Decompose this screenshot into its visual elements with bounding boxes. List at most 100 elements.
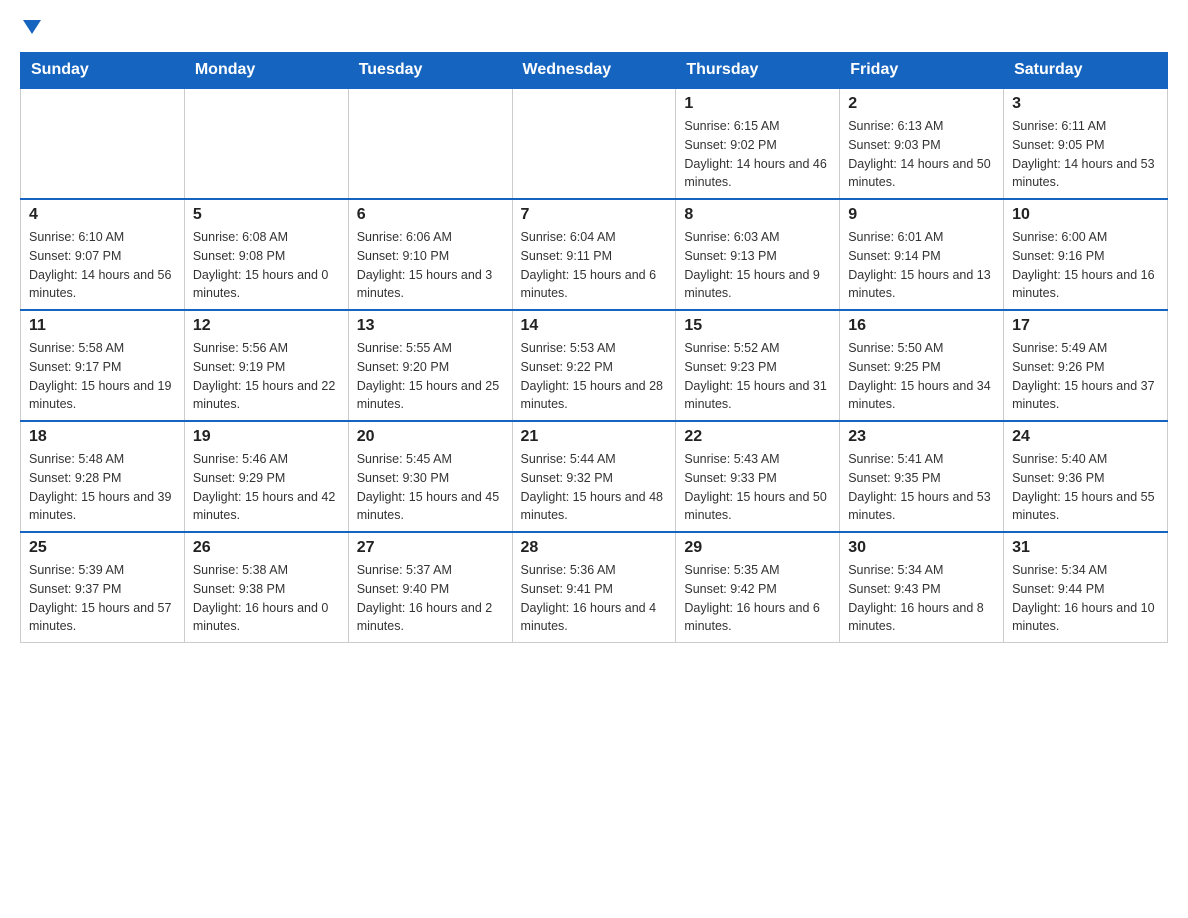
day-number: 7 (521, 206, 668, 224)
day-info: Sunrise: 5:56 AM Sunset: 9:19 PM Dayligh… (193, 339, 340, 414)
calendar-cell (21, 88, 185, 199)
day-info: Sunrise: 6:11 AM Sunset: 9:05 PM Dayligh… (1012, 117, 1159, 192)
day-info: Sunrise: 5:48 AM Sunset: 9:28 PM Dayligh… (29, 450, 176, 525)
calendar-cell: 22 Sunrise: 5:43 AM Sunset: 9:33 PM Dayli… (676, 421, 840, 532)
calendar-cell: 11 Sunrise: 5:58 AM Sunset: 9:17 PM Dayli… (21, 310, 185, 421)
day-info: Sunrise: 5:34 AM Sunset: 9:43 PM Dayligh… (848, 561, 995, 636)
day-number: 15 (684, 317, 831, 335)
calendar-cell (348, 88, 512, 199)
day-number: 24 (1012, 428, 1159, 446)
day-info: Sunrise: 5:45 AM Sunset: 9:30 PM Dayligh… (357, 450, 504, 525)
calendar-week-row: 25Sunrise: 5:39 AM Sunset: 9:37 PM Dayli… (21, 532, 1168, 643)
day-number: 18 (29, 428, 176, 446)
day-of-week-header: Thursday (676, 53, 840, 89)
page-header (20, 20, 1168, 36)
logo (20, 20, 41, 36)
day-info: Sunrise: 6:13 AM Sunset: 9:03 PM Dayligh… (848, 117, 995, 192)
calendar-cell: 7 Sunrise: 6:04 AM Sunset: 9:11 PM Daylig… (512, 199, 676, 310)
calendar-cell: 24 Sunrise: 5:40 AM Sunset: 9:36 PM Dayli… (1004, 421, 1168, 532)
day-info: Sunrise: 5:34 AM Sunset: 9:44 PM Dayligh… (1012, 561, 1159, 636)
calendar-cell: 20 Sunrise: 5:45 AM Sunset: 9:30 PM Dayli… (348, 421, 512, 532)
calendar-cell: 14Sunrise: 5:53 AM Sunset: 9:22 PM Dayli… (512, 310, 676, 421)
day-of-week-header: Monday (184, 53, 348, 89)
day-number: 19 (193, 428, 340, 446)
day-number: 31 (1012, 539, 1159, 557)
calendar-cell: 13 Sunrise: 5:55 AM Sunset: 9:20 PM Dayli… (348, 310, 512, 421)
calendar-cell: 10 Sunrise: 6:00 AM Sunset: 9:16 PM Dayli… (1004, 199, 1168, 310)
day-info: Sunrise: 5:50 AM Sunset: 9:25 PM Dayligh… (848, 339, 995, 414)
day-number: 11 (29, 317, 176, 335)
calendar-header-row: SundayMondayTuesdayWednesdayThursdayFrid… (21, 53, 1168, 89)
day-number: 10 (1012, 206, 1159, 224)
calendar-cell: 31 Sunrise: 5:34 AM Sunset: 9:44 PM Dayli… (1004, 532, 1168, 643)
day-info: Sunrise: 6:03 AM Sunset: 9:13 PM Dayligh… (684, 228, 831, 303)
calendar-cell: 27Sunrise: 5:37 AM Sunset: 9:40 PM Dayli… (348, 532, 512, 643)
day-number: 4 (29, 206, 176, 224)
calendar-cell: 26 Sunrise: 5:38 AM Sunset: 9:38 PM Dayli… (184, 532, 348, 643)
day-info: Sunrise: 5:35 AM Sunset: 9:42 PM Dayligh… (684, 561, 831, 636)
calendar-cell: 9Sunrise: 6:01 AM Sunset: 9:14 PM Daylig… (840, 199, 1004, 310)
day-number: 26 (193, 539, 340, 557)
day-info: Sunrise: 5:38 AM Sunset: 9:38 PM Dayligh… (193, 561, 340, 636)
day-info: Sunrise: 5:49 AM Sunset: 9:26 PM Dayligh… (1012, 339, 1159, 414)
day-number: 6 (357, 206, 504, 224)
day-info: Sunrise: 6:15 AM Sunset: 9:02 PM Dayligh… (684, 117, 831, 192)
calendar-cell: 8 Sunrise: 6:03 AM Sunset: 9:13 PM Daylig… (676, 199, 840, 310)
day-number: 25 (29, 539, 176, 557)
calendar-cell: 1 Sunrise: 6:15 AM Sunset: 9:02 PM Daylig… (676, 88, 840, 199)
day-of-week-header: Saturday (1004, 53, 1168, 89)
day-info: Sunrise: 6:00 AM Sunset: 9:16 PM Dayligh… (1012, 228, 1159, 303)
calendar-cell: 19Sunrise: 5:46 AM Sunset: 9:29 PM Dayli… (184, 421, 348, 532)
calendar-cell: 21 Sunrise: 5:44 AM Sunset: 9:32 PM Dayli… (512, 421, 676, 532)
day-info: Sunrise: 5:43 AM Sunset: 9:33 PM Dayligh… (684, 450, 831, 525)
calendar-table: SundayMondayTuesdayWednesdayThursdayFrid… (20, 52, 1168, 643)
day-info: Sunrise: 5:41 AM Sunset: 9:35 PM Dayligh… (848, 450, 995, 525)
calendar-cell: 4Sunrise: 6:10 AM Sunset: 9:07 PM Daylig… (21, 199, 185, 310)
day-number: 14 (521, 317, 668, 335)
day-number: 2 (848, 95, 995, 113)
day-number: 1 (684, 95, 831, 113)
calendar-week-row: 1 Sunrise: 6:15 AM Sunset: 9:02 PM Daylig… (21, 88, 1168, 199)
day-info: Sunrise: 6:06 AM Sunset: 9:10 PM Dayligh… (357, 228, 504, 303)
day-number: 23 (848, 428, 995, 446)
day-of-week-header: Friday (840, 53, 1004, 89)
calendar-cell (512, 88, 676, 199)
calendar-cell: 18 Sunrise: 5:48 AM Sunset: 9:28 PM Dayli… (21, 421, 185, 532)
day-number: 29 (684, 539, 831, 557)
day-number: 16 (848, 317, 995, 335)
day-number: 12 (193, 317, 340, 335)
day-info: Sunrise: 6:04 AM Sunset: 9:11 PM Dayligh… (521, 228, 668, 303)
calendar-cell: 30 Sunrise: 5:34 AM Sunset: 9:43 PM Dayli… (840, 532, 1004, 643)
calendar-cell: 25Sunrise: 5:39 AM Sunset: 9:37 PM Dayli… (21, 532, 185, 643)
day-info: Sunrise: 5:44 AM Sunset: 9:32 PM Dayligh… (521, 450, 668, 525)
day-number: 30 (848, 539, 995, 557)
day-info: Sunrise: 6:01 AM Sunset: 9:14 PM Dayligh… (848, 228, 995, 303)
day-info: Sunrise: 5:52 AM Sunset: 9:23 PM Dayligh… (684, 339, 831, 414)
calendar-week-row: 11 Sunrise: 5:58 AM Sunset: 9:17 PM Dayli… (21, 310, 1168, 421)
calendar-week-row: 4Sunrise: 6:10 AM Sunset: 9:07 PM Daylig… (21, 199, 1168, 310)
day-number: 13 (357, 317, 504, 335)
day-info: Sunrise: 5:58 AM Sunset: 9:17 PM Dayligh… (29, 339, 176, 414)
day-info: Sunrise: 5:40 AM Sunset: 9:36 PM Dayligh… (1012, 450, 1159, 525)
calendar-cell: 6 Sunrise: 6:06 AM Sunset: 9:10 PM Daylig… (348, 199, 512, 310)
day-number: 5 (193, 206, 340, 224)
day-of-week-header: Wednesday (512, 53, 676, 89)
calendar-cell: 28 Sunrise: 5:36 AM Sunset: 9:41 PM Dayli… (512, 532, 676, 643)
day-number: 8 (684, 206, 831, 224)
calendar-cell: 16 Sunrise: 5:50 AM Sunset: 9:25 PM Dayli… (840, 310, 1004, 421)
day-number: 21 (521, 428, 668, 446)
day-info: Sunrise: 5:37 AM Sunset: 9:40 PM Dayligh… (357, 561, 504, 636)
calendar-cell: 3Sunrise: 6:11 AM Sunset: 9:05 PM Daylig… (1004, 88, 1168, 199)
calendar-week-row: 18 Sunrise: 5:48 AM Sunset: 9:28 PM Dayli… (21, 421, 1168, 532)
day-number: 28 (521, 539, 668, 557)
day-info: Sunrise: 6:08 AM Sunset: 9:08 PM Dayligh… (193, 228, 340, 303)
calendar-cell: 2 Sunrise: 6:13 AM Sunset: 9:03 PM Daylig… (840, 88, 1004, 199)
day-number: 22 (684, 428, 831, 446)
calendar-cell: 17Sunrise: 5:49 AM Sunset: 9:26 PM Dayli… (1004, 310, 1168, 421)
calendar-cell: 5 Sunrise: 6:08 AM Sunset: 9:08 PM Daylig… (184, 199, 348, 310)
calendar-cell (184, 88, 348, 199)
day-info: Sunrise: 5:55 AM Sunset: 9:20 PM Dayligh… (357, 339, 504, 414)
day-of-week-header: Tuesday (348, 53, 512, 89)
day-number: 20 (357, 428, 504, 446)
day-info: Sunrise: 5:36 AM Sunset: 9:41 PM Dayligh… (521, 561, 668, 636)
